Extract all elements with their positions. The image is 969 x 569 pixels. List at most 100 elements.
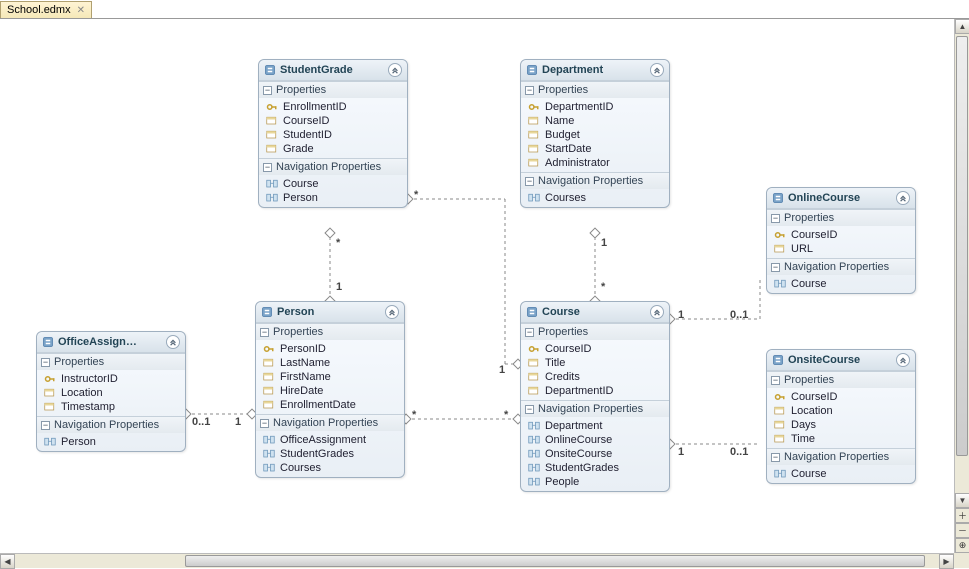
designer-canvas[interactable]: 0..1 1 * 1 * 1 1 * * * 1 0..1 1 0..1 Off… [0,19,954,553]
property-item[interactable]: Administrator [521,156,669,170]
minus-icon[interactable]: − [263,163,272,172]
navigation-item[interactable]: Course [767,277,915,291]
property-item[interactable]: PersonID [256,342,404,356]
property-item[interactable]: CourseID [767,228,915,242]
fit-button[interactable]: ⊕ [955,538,969,553]
entity-person[interactable]: Person−PropertiesPersonIDLastNameFirstNa… [255,301,405,478]
navigation-item[interactable]: Courses [256,461,404,475]
property-item[interactable]: Location [37,386,185,400]
property-item[interactable]: DepartmentID [521,384,669,398]
minus-icon[interactable]: − [41,421,50,430]
property-item[interactable]: Timestamp [37,400,185,414]
property-item[interactable]: Title [521,356,669,370]
zoom-out-button[interactable]: － [955,523,969,538]
property-item[interactable]: LastName [256,356,404,370]
entity-onsite-course[interactable]: OnsiteCourse−Properties CourseIDLocationD… [766,349,916,484]
scroll-thumb[interactable] [185,555,925,567]
scroll-up-button[interactable]: ▲ [955,19,969,34]
property-item[interactable]: EnrollmentDate [256,398,404,412]
section-header[interactable]: −Navigation Properties [259,159,407,175]
navigation-item[interactable]: StudentGrades [521,461,669,475]
minus-icon[interactable]: − [771,453,780,462]
entity-header[interactable]: OfficeAssign… [37,332,185,353]
scroll-track[interactable] [955,34,969,493]
entity-header[interactable]: StudentGrade [259,60,407,81]
collapse-button[interactable] [650,63,664,77]
minus-icon[interactable]: − [771,376,780,385]
entity-header[interactable]: Department [521,60,669,81]
horizontal-scrollbar[interactable]: ◀ ▶ [0,553,954,568]
minus-icon[interactable]: − [260,419,269,428]
property-item[interactable]: Time [767,432,915,446]
property-item[interactable]: Name [521,114,669,128]
collapse-button[interactable] [385,305,399,319]
property-item[interactable]: FirstName [256,370,404,384]
minus-icon[interactable]: − [525,328,534,337]
property-item[interactable]: DepartmentID [521,100,669,114]
section-header[interactable]: −Navigation Properties [767,449,915,465]
property-item[interactable]: CourseID [767,390,915,404]
minus-icon[interactable]: − [525,405,534,414]
property-item[interactable]: Days [767,418,915,432]
minus-icon[interactable]: − [771,214,780,223]
entity-header[interactable]: OnlineCourse [767,188,915,209]
tab-school-edmx[interactable]: School.edmx ✕ [0,1,92,18]
scroll-down-button[interactable]: ▼ [955,493,969,508]
entity-office-assignment[interactable]: OfficeAssign…−Properties InstructorIDLoca… [36,331,186,452]
collapse-button[interactable] [896,353,910,367]
property-item[interactable]: URL [767,242,915,256]
entity-header[interactable]: Person [256,302,404,323]
minus-icon[interactable]: − [525,177,534,186]
property-item[interactable]: HireDate [256,384,404,398]
navigation-item[interactable]: People [521,475,669,489]
entity-header[interactable]: Course [521,302,669,323]
scroll-track[interactable] [15,554,939,568]
property-item[interactable]: EnrollmentID [259,100,407,114]
zoom-in-button[interactable]: ＋ [955,508,969,523]
navigation-item[interactable]: StudentGrades [256,447,404,461]
section-header[interactable]: −Navigation Properties [767,259,915,275]
navigation-item[interactable]: OnsiteCourse [521,447,669,461]
navigation-item[interactable]: Department [521,419,669,433]
collapse-button[interactable] [166,335,180,349]
minus-icon[interactable]: − [263,86,272,95]
scroll-thumb[interactable] [956,36,968,456]
property-item[interactable]: Credits [521,370,669,384]
section-header[interactable]: −Properties [767,210,915,226]
close-icon[interactable]: ✕ [77,5,85,16]
property-item[interactable]: CourseID [521,342,669,356]
entity-student-grade[interactable]: StudentGrade−Properties EnrollmentIDCours… [258,59,408,208]
scroll-right-button[interactable]: ▶ [939,554,954,569]
minus-icon[interactable]: − [260,328,269,337]
property-item[interactable]: Grade [259,142,407,156]
property-item[interactable]: CourseID [259,114,407,128]
navigation-item[interactable]: Person [259,191,407,205]
section-header[interactable]: −Properties [259,82,407,98]
section-header[interactable]: −Properties [521,324,669,340]
navigation-item[interactable]: Course [767,467,915,481]
property-item[interactable]: Location [767,404,915,418]
minus-icon[interactable]: − [771,263,780,272]
section-header[interactable]: −Navigation Properties [256,415,404,431]
property-item[interactable]: StudentID [259,128,407,142]
property-item[interactable]: Budget [521,128,669,142]
minus-icon[interactable]: − [41,358,50,367]
entity-department[interactable]: Department−Properties DepartmentIDNameBud… [520,59,670,208]
section-header[interactable]: −Navigation Properties [521,401,669,417]
section-header[interactable]: −Properties [521,82,669,98]
navigation-item[interactable]: Person [37,435,185,449]
navigation-item[interactable]: Courses [521,191,669,205]
scroll-left-button[interactable]: ◀ [0,554,15,569]
section-header[interactable]: −Navigation Properties [521,173,669,189]
section-header[interactable]: −Properties [767,372,915,388]
minus-icon[interactable]: − [525,86,534,95]
entity-online-course[interactable]: OnlineCourse−Properties CourseIDURL −Navig… [766,187,916,294]
entity-header[interactable]: OnsiteCourse [767,350,915,371]
property-item[interactable]: InstructorID [37,372,185,386]
navigation-item[interactable]: OfficeAssignment [256,433,404,447]
section-header[interactable]: −Properties [37,354,185,370]
collapse-button[interactable] [650,305,664,319]
navigation-item[interactable]: OnlineCourse [521,433,669,447]
entity-course[interactable]: Course−PropertiesCourseIDTitleCreditsDep… [520,301,670,492]
collapse-button[interactable] [388,63,402,77]
